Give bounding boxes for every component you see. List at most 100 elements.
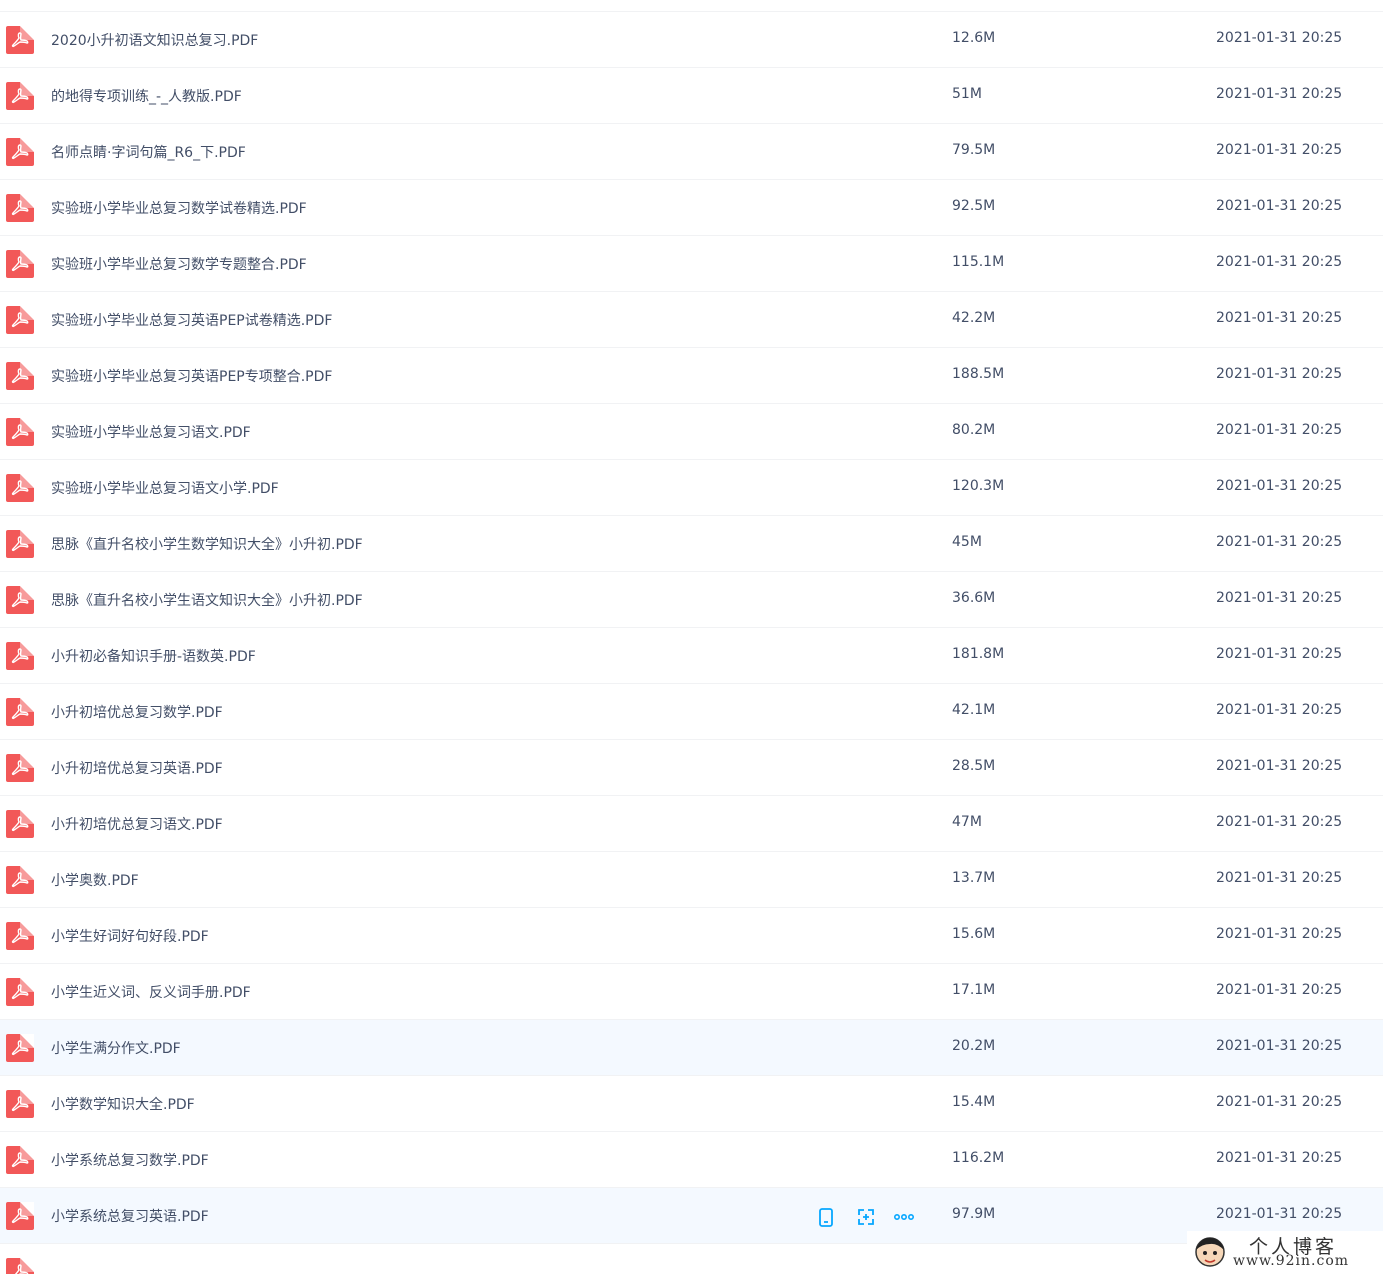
file-name[interactable]: 小学系统总复习数学.PDF [51,1150,209,1170]
file-modified-time: 2021-01-31 20:25 [1216,478,1343,494]
pdf-file-icon [6,586,34,614]
file-size: 12.6M [952,30,996,46]
file-row[interactable]: 小升初培优总复习英语.PDF 28.5M 2021-01-31 20:25 [0,740,1383,796]
file-name[interactable]: 小学生近义词、反义词手册.PDF [51,982,251,1002]
file-modified-time: 2021-01-31 20:25 [1216,814,1343,830]
file-name[interactable]: 实验班小学毕业总复习语文.PDF [51,422,251,442]
file-modified-time: 2021-01-31 20:25 [1216,254,1343,270]
file-row[interactable]: 小学系统总复习英语.PDF 97.9M 2021-01-31 20:25 [0,1188,1383,1244]
file-size: 92.5M [952,198,996,214]
file-name[interactable]: 小学生满分作文.PDF [51,1038,181,1058]
file-modified-time: 2021-01-31 20:25 [1216,702,1343,718]
file-name[interactable]: 小学系统总复习英语.PDF [51,1206,209,1226]
pdf-file-icon [6,1146,34,1174]
file-row[interactable]: 思脉《直升名校小学生语文知识大全》小升初.PDF 36.6M 2021-01-31 … [0,572,1383,628]
pdf-file-icon [6,362,34,390]
file-modified-time: 2021-01-31 20:25 [1216,982,1343,998]
file-name[interactable]: 实验班小学毕业总复习英语PEP专项整合.PDF [51,366,332,386]
file-size: 51M [952,86,982,102]
file-row[interactable]: 的地得专项训练_-_人教版.PDF 51M 2021-01-31 20:25 [0,68,1383,124]
file-name[interactable]: 实验班小学毕业总复习数学试卷精选.PDF [51,198,307,218]
file-name[interactable]: 名师点睛·字词句篇_R6_下.PDF [51,142,246,162]
file-row[interactable]: 实验班小学毕业总复习数学专题整合.PDF 115.1M 2021-01-31 20:… [0,236,1383,292]
file-row[interactable]: 实验班小学毕业总复习语文小学.PDF 120.3M 2021-01-31 20:25 [0,460,1383,516]
file-row[interactable]: 思脉《直升名校小学生数学知识大全》小升初.PDF 45M 2021-01-31 20… [0,516,1383,572]
pdf-file-icon [6,698,34,726]
watermark-url: www.92in.com [1233,1253,1350,1269]
pdf-file-icon [6,1090,34,1118]
pdf-file-icon [6,26,34,54]
file-row[interactable]: 小学数学知识大全.PDF 15.4M 2021-01-31 20:25 [0,1076,1383,1132]
file-name[interactable]: 实验班小学毕业总复习语文小学.PDF [51,478,279,498]
file-modified-time: 2021-01-31 20:25 [1216,1038,1343,1054]
file-name[interactable]: 思脉《直升名校小学生数学知识大全》小升初.PDF [51,534,363,554]
more-icon[interactable] [893,1206,915,1228]
file-row[interactable]: 实验班小学毕业总复习语文.PDF 80.2M 2021-01-31 20:25 [0,404,1383,460]
file-size: 80.2M [952,422,996,438]
pdf-file-icon [6,306,34,334]
file-name[interactable]: 小学生好词好句好段.PDF [51,926,209,946]
file-name[interactable]: 实验班小学毕业总复习数学专题整合.PDF [51,254,307,274]
pdf-file-icon [6,250,34,278]
file-row[interactable]: 实验班小学毕业总复习英语PEP专项整合.PDF 188.5M 2021-01-31 … [0,348,1383,404]
file-name[interactable]: 实验班小学毕业总复习英语PEP试卷精选.PDF [51,310,332,330]
file-row-partial[interactable] [0,1244,1383,1274]
file-size: 115.1M [952,254,1005,270]
file-size: 28.5M [952,758,996,774]
file-size: 20.2M [952,1038,996,1054]
pdf-file-icon [6,82,34,110]
file-row[interactable]: 实验班小学毕业总复习英语PEP试卷精选.PDF 42.2M 2021-01-31 2… [0,292,1383,348]
file-modified-time: 2021-01-31 20:25 [1216,534,1343,550]
file-modified-time: 2021-01-31 20:25 [1216,870,1343,886]
pdf-file-icon [6,194,34,222]
file-size: 116.2M [952,1150,1005,1166]
file-row[interactable]: 小学生满分作文.PDF 20.2M 2021-01-31 20:25 [0,1020,1383,1076]
pdf-file-icon [6,866,34,894]
file-size: 42.2M [952,310,996,326]
file-name[interactable]: 小学数学知识大全.PDF [51,1094,195,1114]
pdf-file-icon [6,530,34,558]
pdf-file-icon [6,1202,34,1230]
file-row[interactable]: 小学生好词好句好段.PDF 15.6M 2021-01-31 20:25 [0,908,1383,964]
file-name[interactable]: 小升初培优总复习英语.PDF [51,758,223,778]
file-name[interactable]: 小升初培优总复习语文.PDF [51,814,223,834]
pdf-file-icon [6,642,34,670]
file-row[interactable]: 名师点睛·字词句篇_R6_下.PDF 79.5M 2021-01-31 20:25 [0,124,1383,180]
file-modified-time: 2021-01-31 20:25 [1216,422,1343,438]
file-modified-time: 2021-01-31 20:25 [1216,590,1343,606]
share-link-icon[interactable] [855,1206,877,1228]
file-name[interactable]: 小升初培优总复习数学.PDF [51,702,223,722]
file-size: 17.1M [952,982,996,998]
file-size: 97.9M [952,1206,996,1222]
file-modified-time: 2021-01-31 20:25 [1216,366,1343,382]
phone-icon[interactable] [815,1206,837,1228]
file-modified-time: 2021-01-31 20:25 [1216,1206,1343,1222]
pdf-file-icon [6,978,34,1006]
pdf-file-icon [6,418,34,446]
file-modified-time: 2021-01-31 20:25 [1216,1094,1343,1110]
file-row[interactable]: 小学系统总复习数学.PDF 116.2M 2021-01-31 20:25 [0,1132,1383,1188]
pdf-file-icon [6,922,34,950]
file-name[interactable]: 2020小升初语文知识总复习.PDF [51,30,258,50]
pdf-file-icon [6,1258,34,1274]
pdf-file-icon [6,810,34,838]
watermark: 个人博客 www.92in.com [1187,1231,1383,1273]
file-row[interactable]: 小升初培优总复习语文.PDF 47M 2021-01-31 20:25 [0,796,1383,852]
file-name[interactable]: 小升初必备知识手册-语数英.PDF [51,646,256,666]
file-row[interactable]: 小升初必备知识手册-语数英.PDF 181.8M 2021-01-31 20:25 [0,628,1383,684]
pdf-file-icon [6,138,34,166]
file-row[interactable]: 小学奥数.PDF 13.7M 2021-01-31 20:25 [0,852,1383,908]
file-name[interactable]: 的地得专项训练_-_人教版.PDF [51,86,242,106]
file-size: 13.7M [952,870,996,886]
file-row[interactable]: 2020小升初语文知识总复习.PDF 12.6M 2021-01-31 20:25 [0,12,1383,68]
file-row[interactable]: 实验班小学毕业总复习数学试卷精选.PDF 92.5M 2021-01-31 20:2… [0,180,1383,236]
file-row[interactable]: 小学生近义词、反义词手册.PDF 17.1M 2021-01-31 20:25 [0,964,1383,1020]
pdf-file-icon [6,754,34,782]
file-name[interactable]: 思脉《直升名校小学生语文知识大全》小升初.PDF [51,590,363,610]
cartoon-avatar-icon [1195,1237,1225,1267]
file-name[interactable]: 小学奥数.PDF [51,870,139,890]
file-modified-time: 2021-01-31 20:25 [1216,198,1343,214]
file-row[interactable]: 小升初培优总复习数学.PDF 42.1M 2021-01-31 20:25 [0,684,1383,740]
file-modified-time: 2021-01-31 20:25 [1216,142,1343,158]
file-modified-time: 2021-01-31 20:25 [1216,86,1343,102]
